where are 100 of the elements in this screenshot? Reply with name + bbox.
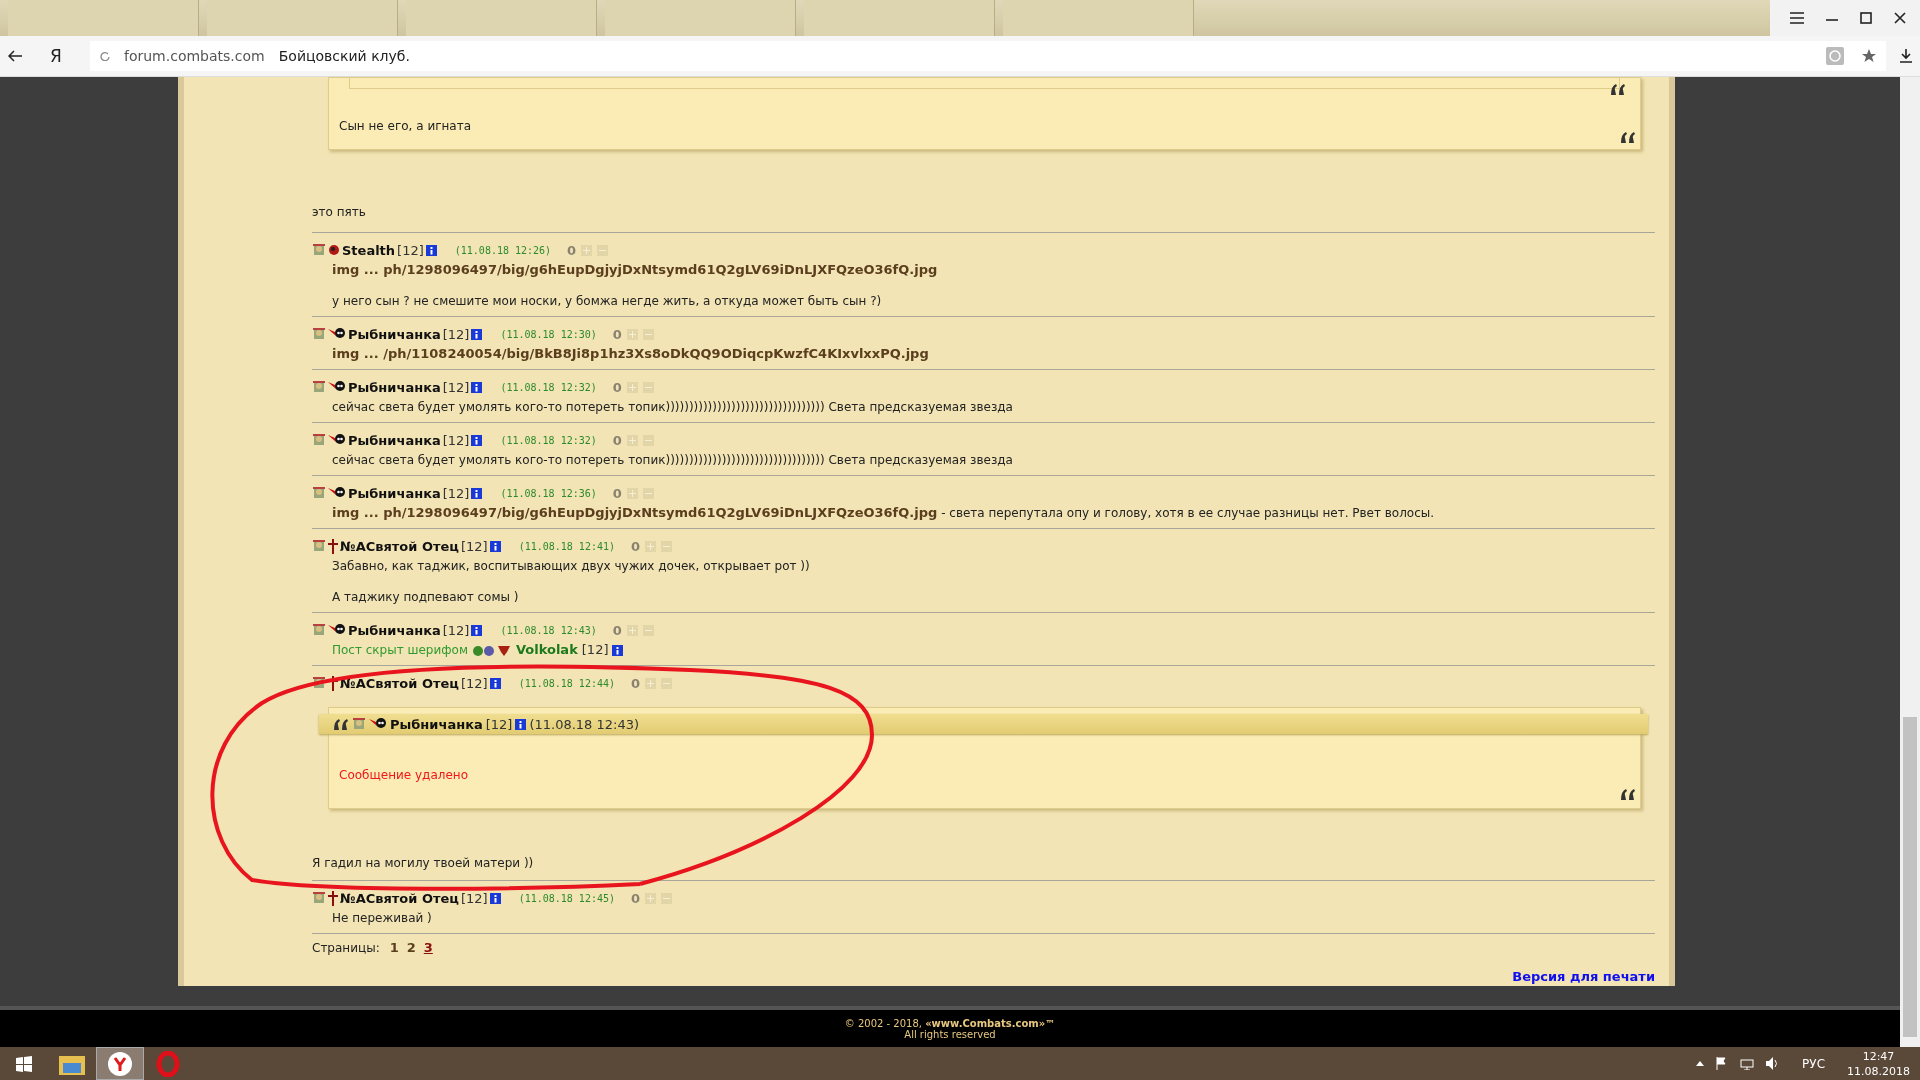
author-name[interactable]: Рыбничанка: [348, 379, 441, 395]
sheriff-badges-icon: [471, 643, 512, 657]
author-name[interactable]: №АСвятой Отец: [340, 890, 459, 906]
browser-logo[interactable]: Я: [36, 46, 76, 66]
info-icon[interactable]: [489, 892, 501, 904]
minus-icon[interactable]: [642, 328, 654, 340]
user-level: [12]: [442, 622, 470, 638]
post-text: - света перепутала опу и голову, хотя в ее случае разницы нет. Рвет волосы.: [940, 506, 1435, 520]
page-link[interactable]: 2: [406, 940, 416, 955]
info-icon[interactable]: [612, 644, 624, 656]
info-icon[interactable]: [471, 487, 483, 499]
plus-icon[interactable]: [645, 677, 657, 689]
info-icon[interactable]: [425, 244, 437, 256]
ball-icon: [328, 244, 340, 256]
post-rating: 0: [631, 675, 641, 691]
download-icon[interactable]: [1900, 49, 1912, 63]
author-name[interactable]: Рыбничанка: [348, 485, 441, 501]
image-link[interactable]: img ... /ph/1108240054/big/BkB8Ji8p1hz3Xs8oDkQQ9ODiqcpKwzfC4KIxvlxxPQ.jpg: [332, 346, 929, 361]
scrollbar-thumb[interactable]: [1903, 717, 1917, 1037]
info-icon[interactable]: [471, 624, 483, 636]
menu-icon[interactable]: [1790, 12, 1804, 24]
closing-quote-icon: [1620, 788, 1636, 800]
clan-emblem-icon: [312, 327, 326, 341]
post-rating: 0: [612, 485, 622, 501]
minus-icon[interactable]: [597, 244, 609, 256]
windows-icon: [16, 1055, 32, 1072]
browser-tab[interactable]: [8, 0, 199, 36]
close-icon[interactable]: [1894, 12, 1906, 24]
plus-icon[interactable]: [581, 244, 593, 256]
clock[interactable]: 12:47 11.08.2018: [1847, 1048, 1910, 1079]
opening-quote-icon: [333, 718, 349, 730]
browser-tab[interactable]: [406, 0, 597, 36]
back-arrow-icon[interactable]: [8, 50, 22, 62]
taskbar-app[interactable]: [96, 1047, 144, 1080]
image-link[interactable]: img ... ph/1298096497/big/g6hEupDgjyjDxNtsymd61Q2gLV69iDnLJXFQzeO36fQ.jpg: [332, 262, 938, 277]
plus-icon[interactable]: [626, 381, 638, 393]
post-time: (11.08.18 12:32): [500, 434, 597, 446]
page-link[interactable]: 1: [389, 940, 399, 955]
info-icon[interactable]: [489, 677, 501, 689]
post-rating: 0: [612, 622, 622, 638]
page-title: Бойцовский клуб.: [278, 48, 410, 64]
pages-label: Страницы:: [312, 940, 380, 955]
author-name[interactable]: Рыбничанка: [348, 622, 441, 638]
lightning-skull-icon: [328, 433, 346, 447]
author-name[interactable]: №АСвятой Отец: [340, 675, 459, 691]
closing-quote-icon: [1610, 83, 1626, 95]
post-rating: 0: [631, 890, 641, 906]
post-text: это пять: [312, 204, 367, 221]
plus-icon[interactable]: [626, 434, 638, 446]
cross-icon: [328, 538, 338, 554]
lightning-skull-icon: [328, 486, 346, 500]
plus-icon[interactable]: [645, 540, 657, 552]
plus-icon[interactable]: [645, 892, 657, 904]
info-icon[interactable]: [471, 381, 483, 393]
plus-icon[interactable]: [626, 328, 638, 340]
flag-icon[interactable]: [1716, 1057, 1729, 1070]
author-name[interactable]: Рыбничанка: [348, 432, 441, 448]
post-text: сейчас света будет умолять кого-то потереть топик)))))))))))))))))))))))))))))))))) Света предсказуемая звезда: [331, 452, 1014, 469]
author-name[interactable]: Рыбничанка: [348, 326, 441, 342]
page-link[interactable]: 3: [423, 940, 433, 955]
star-icon[interactable]: [1862, 49, 1876, 63]
minus-icon[interactable]: [661, 892, 673, 904]
closing-quote-icon: [1620, 131, 1636, 143]
info-icon[interactable]: [515, 718, 527, 730]
language-indicator[interactable]: РУС: [1802, 1056, 1825, 1071]
browser-tab[interactable]: [605, 0, 796, 36]
browser-tab[interactable]: [804, 0, 995, 36]
user-level: [12]: [485, 716, 513, 732]
minus-icon[interactable]: [642, 434, 654, 446]
minus-icon[interactable]: [642, 487, 654, 499]
browser-tab[interactable]: [207, 0, 398, 36]
image-link[interactable]: img ... ph/1298096497/big/g6hEupDgjyjDxNtsymd61Q2gLV69iDnLJXFQzeO36fQ.jpg: [332, 505, 938, 520]
user-level: [12]: [442, 326, 470, 342]
minus-icon[interactable]: [642, 624, 654, 636]
plus-icon[interactable]: [626, 624, 638, 636]
info-icon[interactable]: [471, 328, 483, 340]
minus-icon[interactable]: [661, 677, 673, 689]
clan-emblem-icon: [312, 380, 326, 394]
post-time: (11.08.18 12:44): [518, 677, 615, 689]
post-rating: 0: [612, 432, 622, 448]
user-level: [12]: [442, 379, 470, 395]
post-text: Я гадил на могилу твоей матери )): [312, 855, 535, 872]
info-icon[interactable]: [471, 434, 483, 446]
post-text: Забавно, как таджик, воспитывающих двух чужих дочек, открывает рот )): [331, 558, 811, 575]
tray-arrow-icon[interactable]: [1696, 1061, 1705, 1066]
minus-icon[interactable]: [661, 540, 673, 552]
sheriff-name[interactable]: Volkolak: [515, 640, 578, 660]
quoted-author[interactable]: Рыбничанка: [390, 716, 483, 732]
info-icon[interactable]: [489, 540, 501, 552]
browser-tab[interactable]: [1003, 0, 1194, 36]
network-icon[interactable]: [1740, 1057, 1755, 1070]
maximize-icon[interactable]: [1860, 12, 1872, 24]
minus-icon[interactable]: [642, 381, 654, 393]
reload-icon[interactable]: [100, 51, 110, 61]
plus-icon[interactable]: [626, 487, 638, 499]
lightning-skull-icon: [328, 623, 346, 637]
author-name[interactable]: №АСвятой Отец: [340, 538, 459, 554]
url-text: forum.combats.com: [124, 48, 265, 64]
print-version-link[interactable]: Версия для печати: [1512, 969, 1655, 985]
author-name[interactable]: Stealth: [342, 242, 396, 258]
